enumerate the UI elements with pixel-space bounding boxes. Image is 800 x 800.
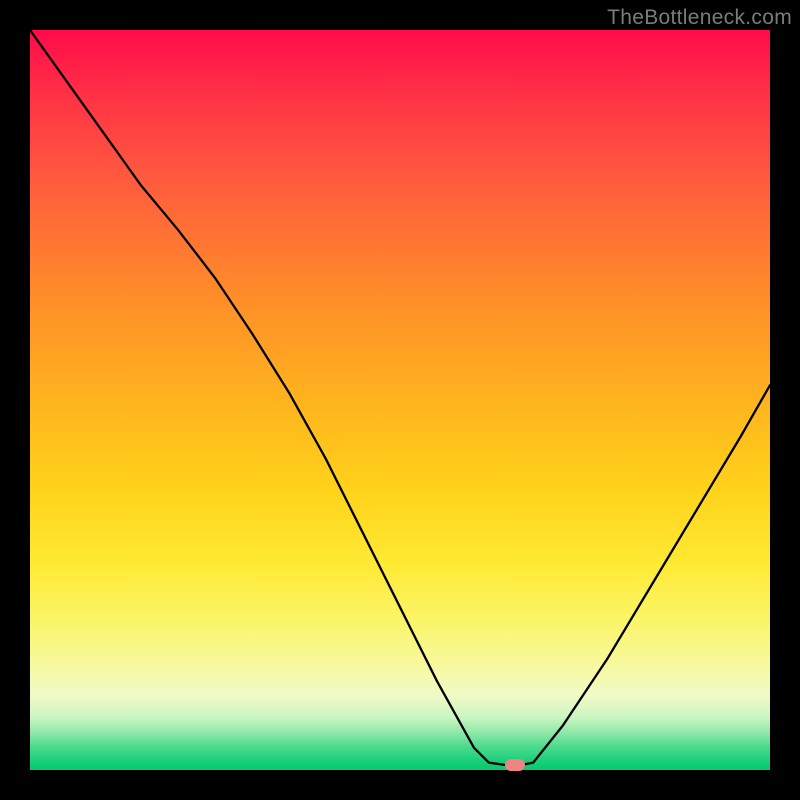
bottleneck-curve [30,30,770,770]
watermark-text: TheBottleneck.com [607,6,792,30]
optimal-point-marker [505,759,525,771]
plot-area [30,30,770,770]
chart-frame: TheBottleneck.com [0,0,800,800]
